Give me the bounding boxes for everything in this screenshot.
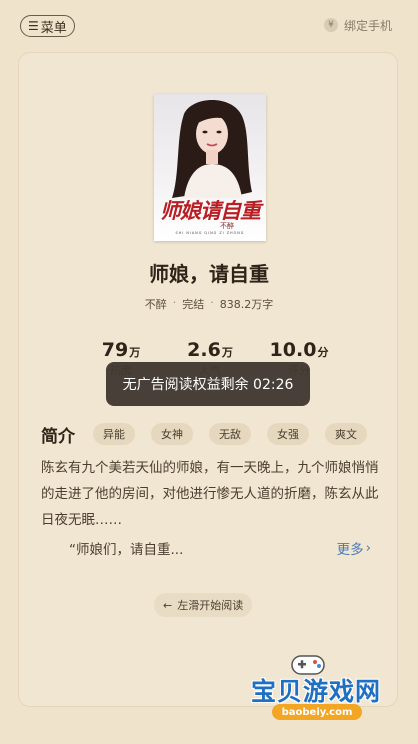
tag-chip[interactable]: 爽文	[325, 423, 367, 445]
intro-header: 简介 异能 女神 无敌 女强 爽文	[41, 421, 383, 447]
more-label: 更多	[336, 542, 364, 558]
meta-separator: ·	[210, 296, 214, 309]
book-cover[interactable]: 师娘请自重 不醉 SHI NIANG QING ZI ZHONG	[154, 94, 266, 241]
meta-separator: ·	[172, 296, 177, 309]
watermark-text: 宝贝游戏网	[250, 677, 381, 706]
tag-chip[interactable]: 女神	[151, 423, 193, 445]
arrow-left-icon: ←	[163, 598, 173, 612]
swipe-to-read-button[interactable]: ← 左滑开始阅读	[154, 593, 253, 617]
swipe-label: 左滑开始阅读	[177, 599, 244, 612]
ad-free-toast: 无广告阅读权益剩余 02:26	[106, 362, 310, 406]
stat-value: 10.0	[269, 339, 317, 361]
tag-chip[interactable]: 异能	[93, 423, 135, 445]
list-icon: ☰	[28, 19, 39, 33]
intro-description: 陈玄有九个美若天仙的师娘，有一天晚上，九个师娘悄悄的走进了他的房间，对他进行惨无…	[41, 460, 379, 528]
menu-label: 菜单	[40, 20, 67, 36]
book-title: 师娘，请自重	[149, 262, 269, 286]
book-word-count: 838.2万字	[219, 298, 274, 311]
book-meta: 不醉 · 完结 · 838.2万字	[19, 296, 399, 312]
cover-title: 师娘请自重	[160, 198, 261, 223]
stat-unit: 万	[129, 346, 141, 359]
intro-quote: “师娘们，请自重...	[69, 542, 184, 558]
menu-button[interactable]: ☰ 菜单	[20, 15, 75, 37]
cover-tagline: SHI NIANG QING ZI ZHONG	[175, 231, 245, 235]
stat-value: 2.6	[187, 339, 221, 361]
watermark: 宝贝游戏网 baobeiy.com	[236, 650, 412, 728]
bind-phone-label: 绑定手机	[343, 18, 392, 33]
intro-heading: 简介	[41, 426, 75, 447]
more-button[interactable]: 更多 ›	[337, 538, 371, 558]
book-detail-page: ☰ 菜单 ¥ 绑定手机 师娘请自重 不醉 SHI NIANG QING ZI Z…	[0, 0, 418, 744]
tag-chip[interactable]: 女强	[267, 423, 309, 445]
shield-icon: ¥	[323, 18, 338, 32]
cover-author: 不醉	[220, 222, 234, 230]
chevron-right-icon: ›	[365, 540, 371, 556]
tag-chip[interactable]: 无敌	[209, 423, 251, 445]
stat-unit: 万	[221, 346, 233, 359]
stat-value: 79	[101, 339, 129, 361]
watermark-url: baobeiy.com	[272, 704, 362, 720]
stat-unit: 分	[317, 346, 329, 359]
book-status: 完结	[182, 298, 205, 311]
book-author: 不醉	[144, 298, 167, 311]
bind-phone-button[interactable]: ¥ 绑定手机	[323, 15, 392, 35]
